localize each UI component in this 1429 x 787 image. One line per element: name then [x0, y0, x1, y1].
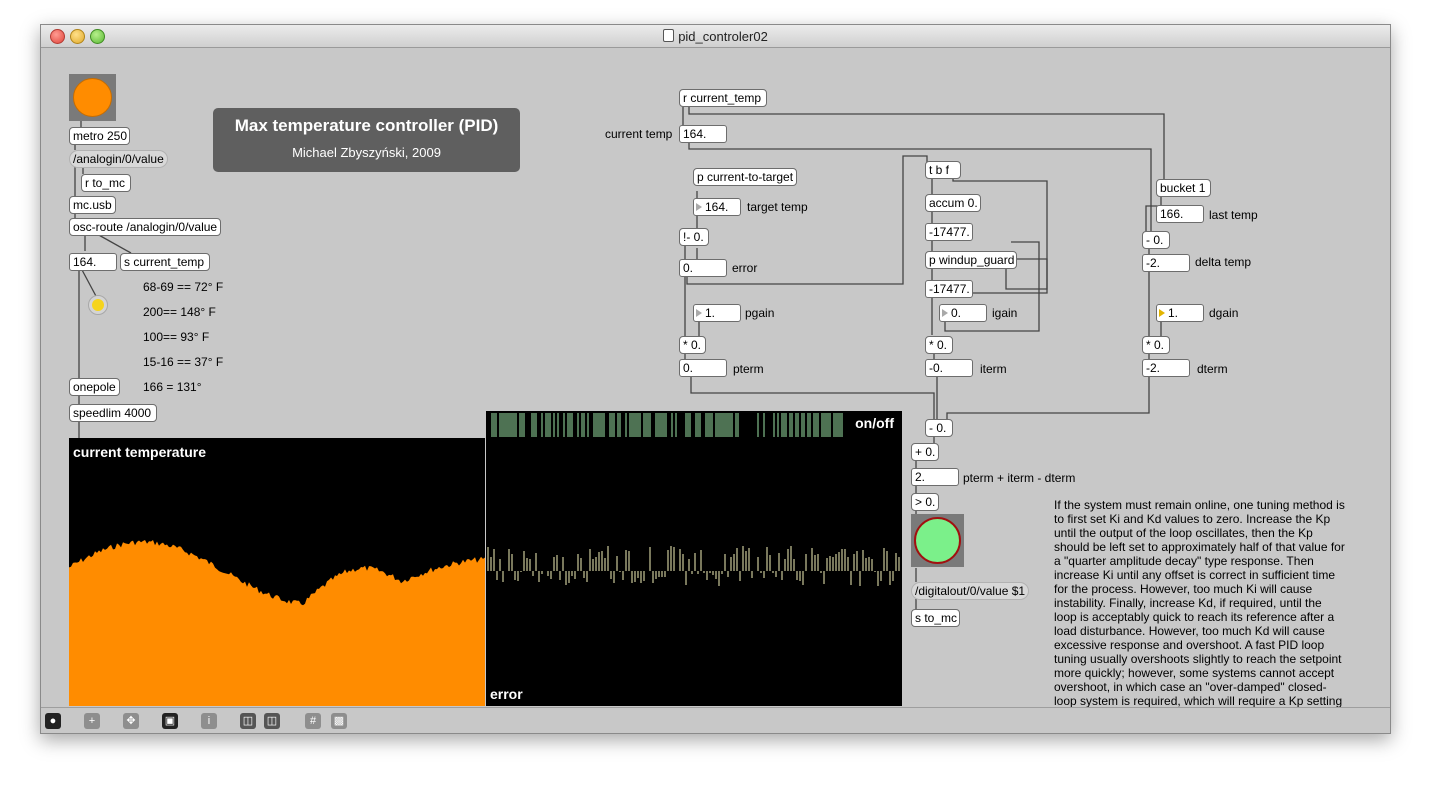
multiply-p-object[interactable]: * 0.: [679, 336, 706, 354]
pid-tuning-comment: If the system must remain online, one tu…: [1054, 498, 1345, 733]
current-temp-number-box[interactable]: 164.: [679, 125, 727, 143]
iterm-number-box[interactable]: -0.: [925, 359, 973, 377]
snap-icon[interactable]: ▩: [331, 713, 347, 729]
error-label-text: error: [732, 261, 758, 275]
error-ticks: [487, 546, 900, 586]
r-current-temp-object[interactable]: r current_temp: [679, 89, 767, 107]
patcher-toolbar: ● + ✥ ▣ i ◫ ◫ # ▩: [41, 707, 1390, 733]
title-bar[interactable]: pid_controler02: [41, 25, 1390, 48]
windup-number-box[interactable]: -17477.: [925, 280, 973, 298]
inverse-subtract-object[interactable]: !- 0.: [679, 228, 709, 246]
pgain-number-box[interactable]: 1.: [693, 304, 741, 322]
calibration-note: 68-69 == 72° F: [143, 280, 224, 294]
digitalout-message[interactable]: /digitalout/0/value $1: [911, 582, 1029, 600]
p-current-to-target-object[interactable]: p current-to-target: [693, 168, 797, 186]
subtract-d-object[interactable]: - 0.: [1142, 231, 1170, 249]
s-to-mc-object[interactable]: s to_mc: [911, 609, 960, 627]
info-icon[interactable]: i: [201, 713, 217, 729]
error-label: error: [490, 686, 523, 702]
output-led-button[interactable]: [911, 514, 964, 567]
pterm-label: pterm: [733, 362, 764, 376]
sum-number-box[interactable]: 2.: [911, 468, 959, 486]
lock-icon[interactable]: ●: [45, 713, 61, 729]
plus-object[interactable]: + 0.: [911, 443, 939, 461]
orange-bang-icon: [73, 78, 112, 117]
onoff-label: on/off: [855, 415, 894, 431]
last-temp-label: last temp: [1209, 208, 1258, 222]
igain-label: igain: [992, 306, 1018, 320]
delta-temp-number-box[interactable]: -2.: [1142, 254, 1190, 272]
delta-temp-label: delta temp: [1195, 255, 1252, 269]
dgain-label: dgain: [1209, 306, 1239, 320]
arrange-icon[interactable]: ◫: [240, 713, 256, 729]
calibration-note: 15-16 == 37° F: [143, 355, 224, 369]
mc-usb-object[interactable]: mc.usb: [69, 196, 116, 214]
grid-icon[interactable]: #: [305, 713, 321, 729]
multiply-i-object[interactable]: * 0.: [925, 336, 953, 354]
move-icon[interactable]: ✥: [123, 713, 139, 729]
r-to-mc-object[interactable]: r to_mc: [81, 174, 131, 192]
s-current-temp-object[interactable]: s current_temp: [120, 253, 210, 271]
arrange-icon[interactable]: ◫: [264, 713, 280, 729]
igain-number-box[interactable]: 0.: [939, 304, 987, 322]
current-temperature-multislider[interactable]: current temperature: [69, 438, 485, 706]
iterm-label: iterm: [980, 362, 1007, 376]
temperature-history-plot: [69, 540, 485, 706]
error-number-box[interactable]: 0.: [679, 259, 727, 277]
title-panel: Max temperature controller (PID) Michael…: [213, 108, 520, 172]
target-temp-label: target temp: [747, 200, 808, 214]
presentation-icon[interactable]: ▣: [162, 713, 178, 729]
yellow-led-icon: [92, 299, 104, 311]
onoff-ticks: [491, 413, 843, 437]
calibration-note: 200== 148° F: [143, 305, 216, 319]
document-icon: [663, 29, 675, 42]
dgain-number-box[interactable]: 1.: [1156, 304, 1204, 322]
analogin-message[interactable]: /analogin/0/value: [69, 150, 168, 168]
pterm-number-box[interactable]: 0.: [679, 359, 727, 377]
last-temp-number-box[interactable]: 166.: [1156, 205, 1204, 223]
calibration-note: 166 = 131°: [143, 380, 202, 394]
onoff-error-panel[interactable]: on/off error: [486, 411, 902, 706]
trigger-object[interactable]: t b f: [925, 161, 961, 179]
onepole-object[interactable]: onepole: [69, 378, 120, 396]
sum-label: pterm + iterm - dterm: [963, 471, 1076, 485]
temp-number-box[interactable]: 164.: [69, 253, 117, 271]
multiply-d-object[interactable]: * 0.: [1142, 336, 1170, 354]
pgain-label: pgain: [745, 306, 775, 320]
led-icon[interactable]: [88, 295, 108, 315]
speedlim-object[interactable]: speedlim 4000: [69, 404, 157, 422]
osc-route-object[interactable]: osc-route /analogin/0/value: [69, 218, 221, 236]
current-temp-label: current temp: [605, 127, 673, 141]
metro-object[interactable]: metro 250: [69, 127, 130, 145]
window-title-text: pid_controler02: [678, 29, 768, 44]
p-windup-guard-object[interactable]: p windup_guard: [925, 251, 1017, 269]
metro-toggle-button[interactable]: [69, 74, 116, 121]
panel-author: Michael Zbyszyński, 2009: [292, 145, 441, 160]
target-temp-number-box[interactable]: 164.: [693, 198, 741, 216]
greater-than-object[interactable]: > 0.: [911, 493, 939, 511]
subtract-object[interactable]: - 0.: [925, 419, 953, 437]
dterm-label: dterm: [1197, 362, 1228, 376]
green-led-icon: [914, 517, 961, 564]
bucket-object[interactable]: bucket 1: [1156, 179, 1211, 197]
calibration-note: 100== 93° F: [143, 330, 210, 344]
accum-number-box[interactable]: -17477.: [925, 223, 973, 241]
window-title: pid_controler02: [41, 29, 1390, 44]
temperature-history-area: [69, 540, 485, 706]
patcher-window: pid_controler02 metro 250 /analogin/0/va…: [40, 24, 1391, 734]
patcher-canvas[interactable]: metro 250 /analogin/0/value r to_mc mc.u…: [41, 48, 1390, 733]
accum-object[interactable]: accum 0.: [925, 194, 981, 212]
plus-icon[interactable]: +: [84, 713, 100, 729]
multislider-label: current temperature: [73, 444, 207, 460]
dterm-number-box[interactable]: -2.: [1142, 359, 1190, 377]
panel-title: Max temperature controller (PID): [234, 116, 499, 135]
onoff-error-plot: [487, 413, 900, 586]
